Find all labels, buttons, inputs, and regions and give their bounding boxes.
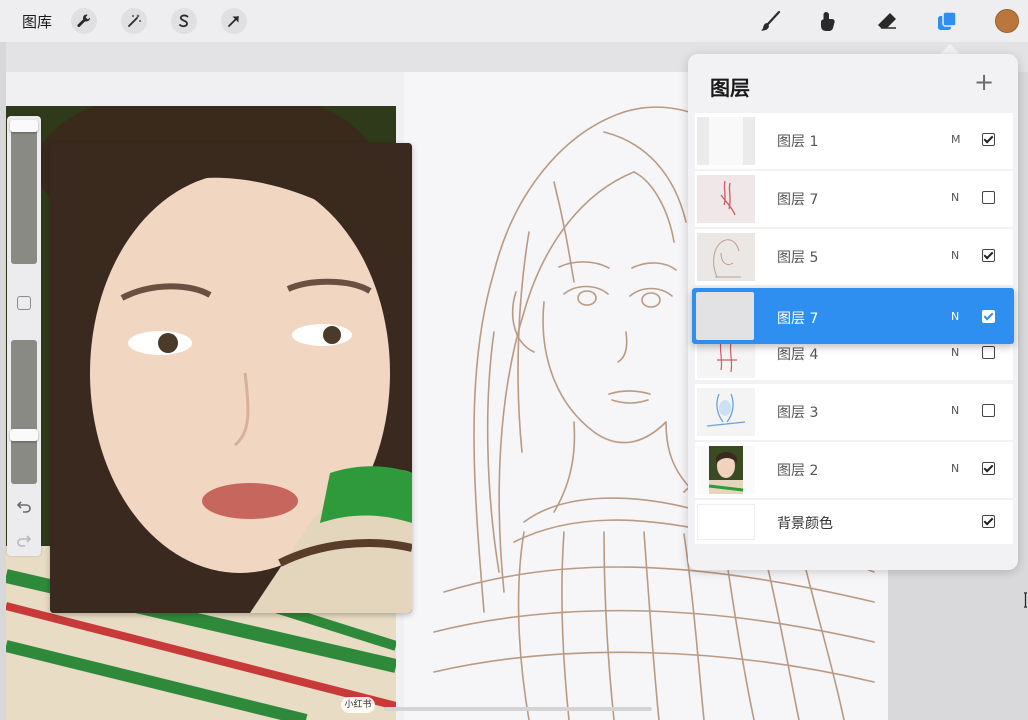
brush-size-opacity-sidebar — [7, 116, 41, 556]
layer-thumbnail — [697, 233, 755, 281]
layers-icon[interactable] — [934, 8, 960, 34]
blend-mode-button[interactable]: N — [951, 191, 959, 204]
background-color-swatch[interactable] — [697, 504, 755, 540]
color-picker-button[interactable] — [995, 9, 1019, 33]
layer-thumbnail-image — [697, 175, 755, 223]
layer-visibility-checkbox[interactable] — [982, 249, 995, 262]
layer-row[interactable]: 图层 2 N — [695, 442, 1013, 498]
brush-size-slider[interactable] — [11, 122, 37, 264]
blend-mode-button[interactable]: N — [951, 310, 959, 323]
layer-thumbnail-image — [697, 233, 755, 281]
wrench-icon[interactable] — [71, 8, 97, 34]
gallery-button[interactable]: 图库 — [22, 11, 52, 32]
magic-wand-icon[interactable] — [121, 8, 147, 34]
modify-button[interactable] — [17, 296, 31, 310]
background-color-row[interactable]: 背景颜色 — [695, 500, 1013, 544]
layer-name: 图层 3 — [777, 405, 819, 421]
layer-visibility-checkbox[interactable] — [982, 191, 995, 204]
mouse-cursor-icon — [1024, 592, 1027, 608]
layer-thumbnail — [697, 117, 755, 165]
blend-mode-button[interactable]: N — [951, 404, 959, 417]
layer-name: 图层 1 — [777, 134, 819, 150]
layer-visibility-checkbox[interactable] — [982, 462, 995, 475]
procreate-app: 图库 图层 + 图层 1 M 图层 7 N 图层 5 N 图层 4 N 图层 3… — [0, 0, 1028, 720]
selection-icon[interactable] — [171, 8, 197, 34]
layer-visibility-checkbox[interactable] — [982, 346, 995, 359]
layer-name: 图层 5 — [777, 250, 819, 266]
layer-name: 图层 2 — [777, 463, 819, 479]
layer-visibility-checkbox[interactable] — [982, 133, 995, 146]
layer-row[interactable]: 图层 5 N — [695, 229, 1013, 285]
top-toolbar: 图库 — [0, 0, 1028, 42]
blend-mode-button[interactable]: M — [951, 133, 961, 146]
layers-panel-caret — [940, 44, 960, 54]
layer-row[interactable]: 图层 1 M — [695, 113, 1013, 169]
layer-thumbnail-image — [697, 117, 755, 165]
watermark-logo: 小红书 — [341, 697, 375, 713]
brush-size-thumb[interactable] — [10, 120, 38, 132]
transform-arrow-icon[interactable] — [221, 8, 247, 34]
opacity-slider[interactable] — [11, 340, 37, 484]
undo-icon[interactable] — [16, 498, 32, 514]
blend-mode-button[interactable]: N — [951, 462, 959, 475]
home-indicator[interactable] — [384, 707, 652, 711]
brush-icon[interactable] — [757, 8, 783, 34]
layers-panel-title: 图层 — [710, 76, 750, 100]
opacity-thumb[interactable] — [10, 429, 38, 441]
layer-thumbnail-image — [697, 446, 755, 494]
layer-thumbnail-image — [706, 393, 746, 427]
smudge-icon[interactable] — [815, 8, 841, 34]
layer-thumbnail — [697, 388, 755, 436]
reference-photo-front-image — [50, 143, 412, 613]
blend-mode-button[interactable]: N — [951, 249, 959, 262]
layer-visibility-checkbox[interactable] — [982, 404, 995, 417]
layer-visibility-checkbox[interactable] — [982, 310, 995, 323]
layer-thumbnail — [697, 175, 755, 223]
layer-thumbnail — [697, 446, 755, 494]
layer-name: 图层 7 — [777, 311, 819, 327]
layer-thumbnail — [696, 292, 754, 340]
layer-row[interactable]: 图层 3 N — [695, 384, 1013, 440]
blend-mode-button[interactable]: N — [951, 346, 959, 359]
reference-photo-front[interactable] — [50, 143, 412, 613]
eraser-icon[interactable] — [874, 8, 900, 34]
add-layer-button[interactable]: + — [974, 70, 994, 94]
selected-layer-row-dragging[interactable]: 图层 7 N — [692, 288, 1014, 344]
layer-name: 背景颜色 — [777, 516, 833, 532]
background-visibility-checkbox[interactable] — [982, 515, 995, 528]
redo-icon[interactable] — [16, 532, 32, 548]
layer-name: 图层 7 — [777, 192, 819, 208]
layer-row[interactable]: 图层 7 N — [695, 171, 1013, 227]
layer-name: 图层 4 — [777, 347, 819, 363]
